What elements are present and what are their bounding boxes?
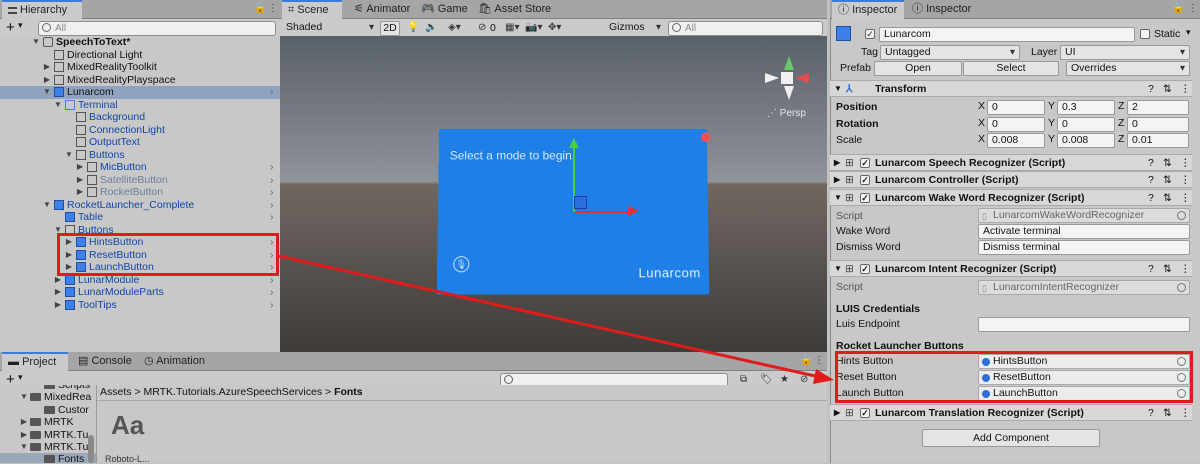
annotation-arrow: [278, 254, 834, 384]
arrow-line: [278, 254, 825, 380]
arrow-head: [813, 369, 834, 384]
